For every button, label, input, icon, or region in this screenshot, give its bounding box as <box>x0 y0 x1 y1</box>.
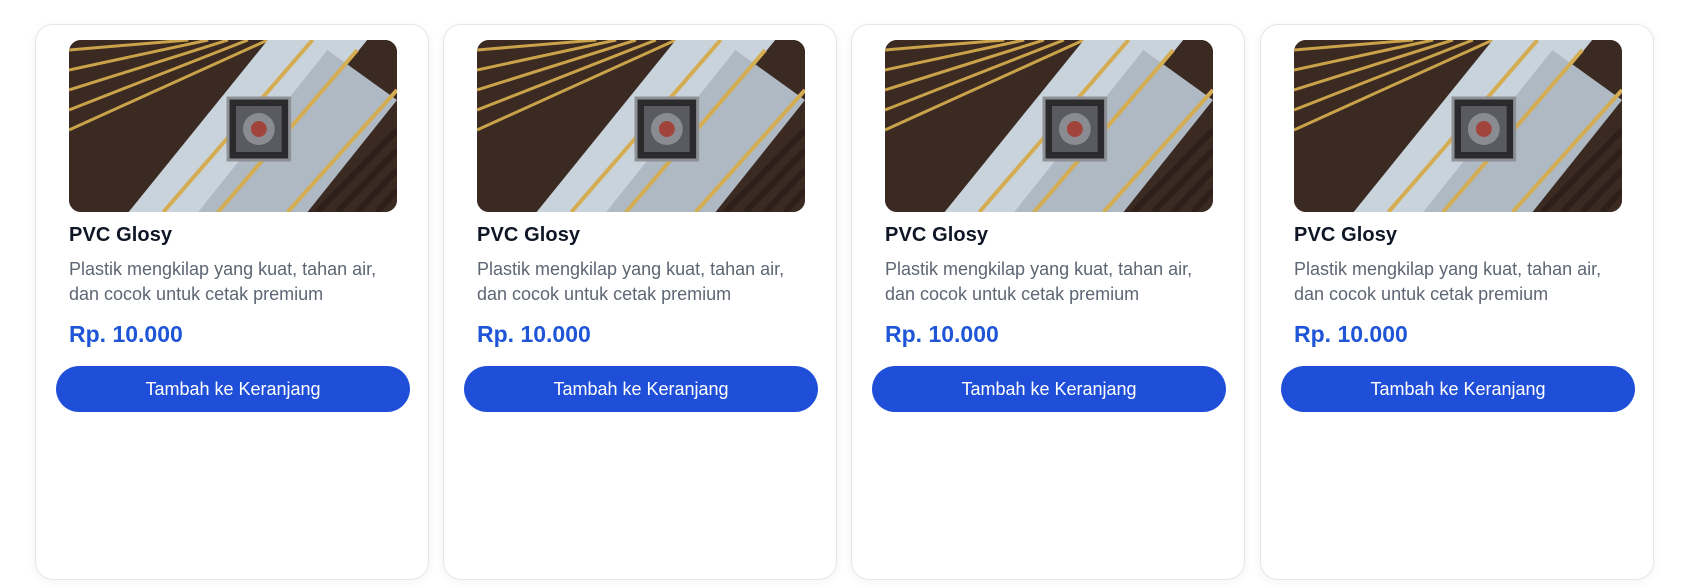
pvc-ceiling-photo-icon <box>477 40 805 212</box>
product-description-line: dan cocok untuk cetak premium <box>1294 284 1549 304</box>
product-image <box>885 40 1213 212</box>
pvc-ceiling-photo-icon <box>885 40 1213 212</box>
product-description-line: dan cocok untuk cetak premium <box>885 284 1140 304</box>
product-description-line: dan cocok untuk cetak premium <box>69 284 324 304</box>
product-image <box>1294 40 1622 212</box>
product-description-line: Plastik mengkilap yang kuat, tahan air, <box>885 259 1193 279</box>
product-description: Plastik mengkilap yang kuat, tahan air, … <box>69 257 399 307</box>
add-to-cart-button[interactable]: Tambah ke Keranjang <box>464 366 818 412</box>
add-to-cart-button[interactable]: Tambah ke Keranjang <box>1281 366 1635 412</box>
product-description-line: Plastik mengkilap yang kuat, tahan air, <box>477 259 785 279</box>
pvc-ceiling-photo-icon <box>1294 40 1622 212</box>
product-description-line: Plastik mengkilap yang kuat, tahan air, <box>69 259 377 279</box>
product-title: PVC Glosy <box>1294 224 1398 246</box>
product-image <box>477 40 805 212</box>
pvc-ceiling-photo-icon <box>69 40 397 212</box>
product-image <box>69 40 397 212</box>
product-title: PVC Glosy <box>885 224 989 246</box>
add-to-cart-button[interactable]: Tambah ke Keranjang <box>56 366 410 412</box>
product-price: Rp. 10.000 <box>1294 321 1408 347</box>
product-description-line: dan cocok untuk cetak premium <box>477 284 732 304</box>
add-to-cart-button[interactable]: Tambah ke Keranjang <box>872 366 1226 412</box>
product-title: PVC Glosy <box>69 224 173 246</box>
product-card: PVC Glosy Plastik mengkilap yang kuat, t… <box>35 24 429 580</box>
product-description-line: Plastik mengkilap yang kuat, tahan air, <box>1294 259 1602 279</box>
product-price: Rp. 10.000 <box>885 321 999 347</box>
product-price: Rp. 10.000 <box>69 321 183 347</box>
product-grid: PVC Glosy Plastik mengkilap yang kuat, t… <box>0 0 1691 587</box>
product-description: Plastik mengkilap yang kuat, tahan air, … <box>477 257 807 307</box>
product-card: PVC Glosy Plastik mengkilap yang kuat, t… <box>1260 24 1654 580</box>
product-description: Plastik mengkilap yang kuat, tahan air, … <box>885 257 1215 307</box>
product-description: Plastik mengkilap yang kuat, tahan air, … <box>1294 257 1624 307</box>
product-title: PVC Glosy <box>477 224 581 246</box>
product-card: PVC Glosy Plastik mengkilap yang kuat, t… <box>443 24 837 580</box>
product-price: Rp. 10.000 <box>477 321 591 347</box>
product-card: PVC Glosy Plastik mengkilap yang kuat, t… <box>851 24 1245 580</box>
